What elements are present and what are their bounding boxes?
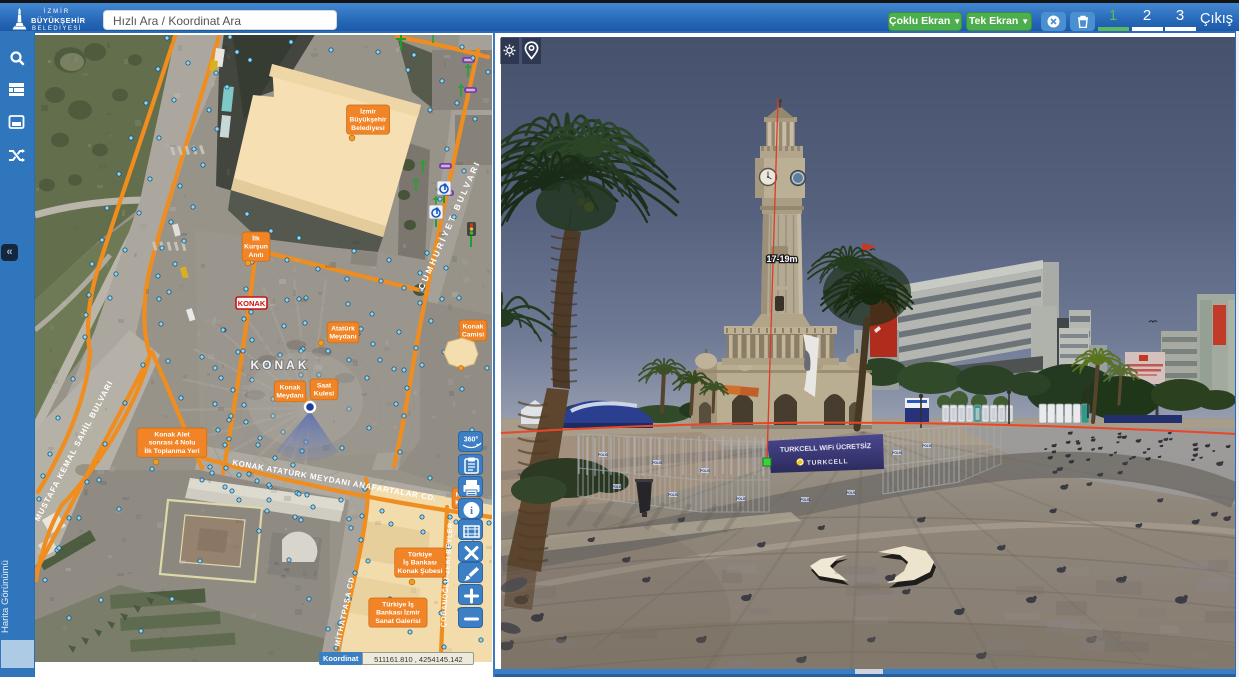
svg-text:Büyükşehir: Büyükşehir (349, 117, 386, 124)
svg-text:Bankası İzmir: Bankası İzmir (376, 609, 420, 617)
svg-text:KONAK: KONAK (238, 299, 266, 308)
svg-text:İş Bankası: İş Bankası (403, 559, 437, 567)
svg-text:İlk Toplanma Yeri: İlk Toplanma Yeri (144, 447, 199, 455)
svg-text:Konak Alet: Konak Alet (154, 431, 190, 438)
svg-text:POLİS: POLİS (598, 453, 608, 457)
svg-text:POLİS: POLİS (652, 461, 662, 465)
svg-text:17-19m: 17-19m (766, 254, 797, 264)
svg-text:POLİS: POLİS (700, 469, 710, 473)
svg-text:Saat: Saat (317, 382, 332, 389)
svg-text:Türkiye İş: Türkiye İş (382, 600, 414, 608)
svg-text:İlk: İlk (252, 234, 260, 242)
svg-text:Kulesi: Kulesi (314, 391, 335, 398)
svg-text:Türkiye: Türkiye (408, 551, 432, 558)
svg-text:İzmir: İzmir (360, 107, 376, 115)
svg-text:Kurşun: Kurşun (244, 244, 268, 251)
svg-text:Anıtı: Anıtı (248, 252, 263, 259)
svg-text:POLİS: POLİS (668, 493, 678, 497)
svg-text:Camisi: Camisi (462, 332, 484, 339)
svg-text:Meydanı: Meydanı (276, 393, 303, 400)
svg-text:Konak: Konak (463, 323, 484, 330)
svg-text:Konak Şubesi: Konak Şubesi (398, 568, 443, 575)
svg-text:Meydanı: Meydanı (329, 334, 356, 341)
svg-text:Sanat Galerisi: Sanat Galerisi (375, 618, 420, 625)
svg-text:POLİS: POLİS (892, 451, 902, 455)
svg-text:POLİS: POLİS (846, 491, 856, 495)
svg-text:POLİS: POLİS (800, 498, 810, 502)
svg-text:POLİS: POLİS (922, 444, 932, 448)
svg-text:i: i (470, 505, 473, 517)
svg-text:360°: 360° (464, 436, 479, 444)
svg-text:POLİS: POLİS (736, 497, 746, 501)
svg-text:POLİS: POLİS (612, 485, 622, 489)
svg-text:Atatürk: Atatürk (331, 325, 355, 332)
svg-text:sonrası 4 Nolu: sonrası 4 Nolu (149, 440, 196, 447)
svg-text:KONAK: KONAK (251, 358, 310, 372)
svg-text:Konak: Konak (280, 384, 301, 391)
svg-text:Belediyesi: Belediyesi (351, 125, 385, 132)
